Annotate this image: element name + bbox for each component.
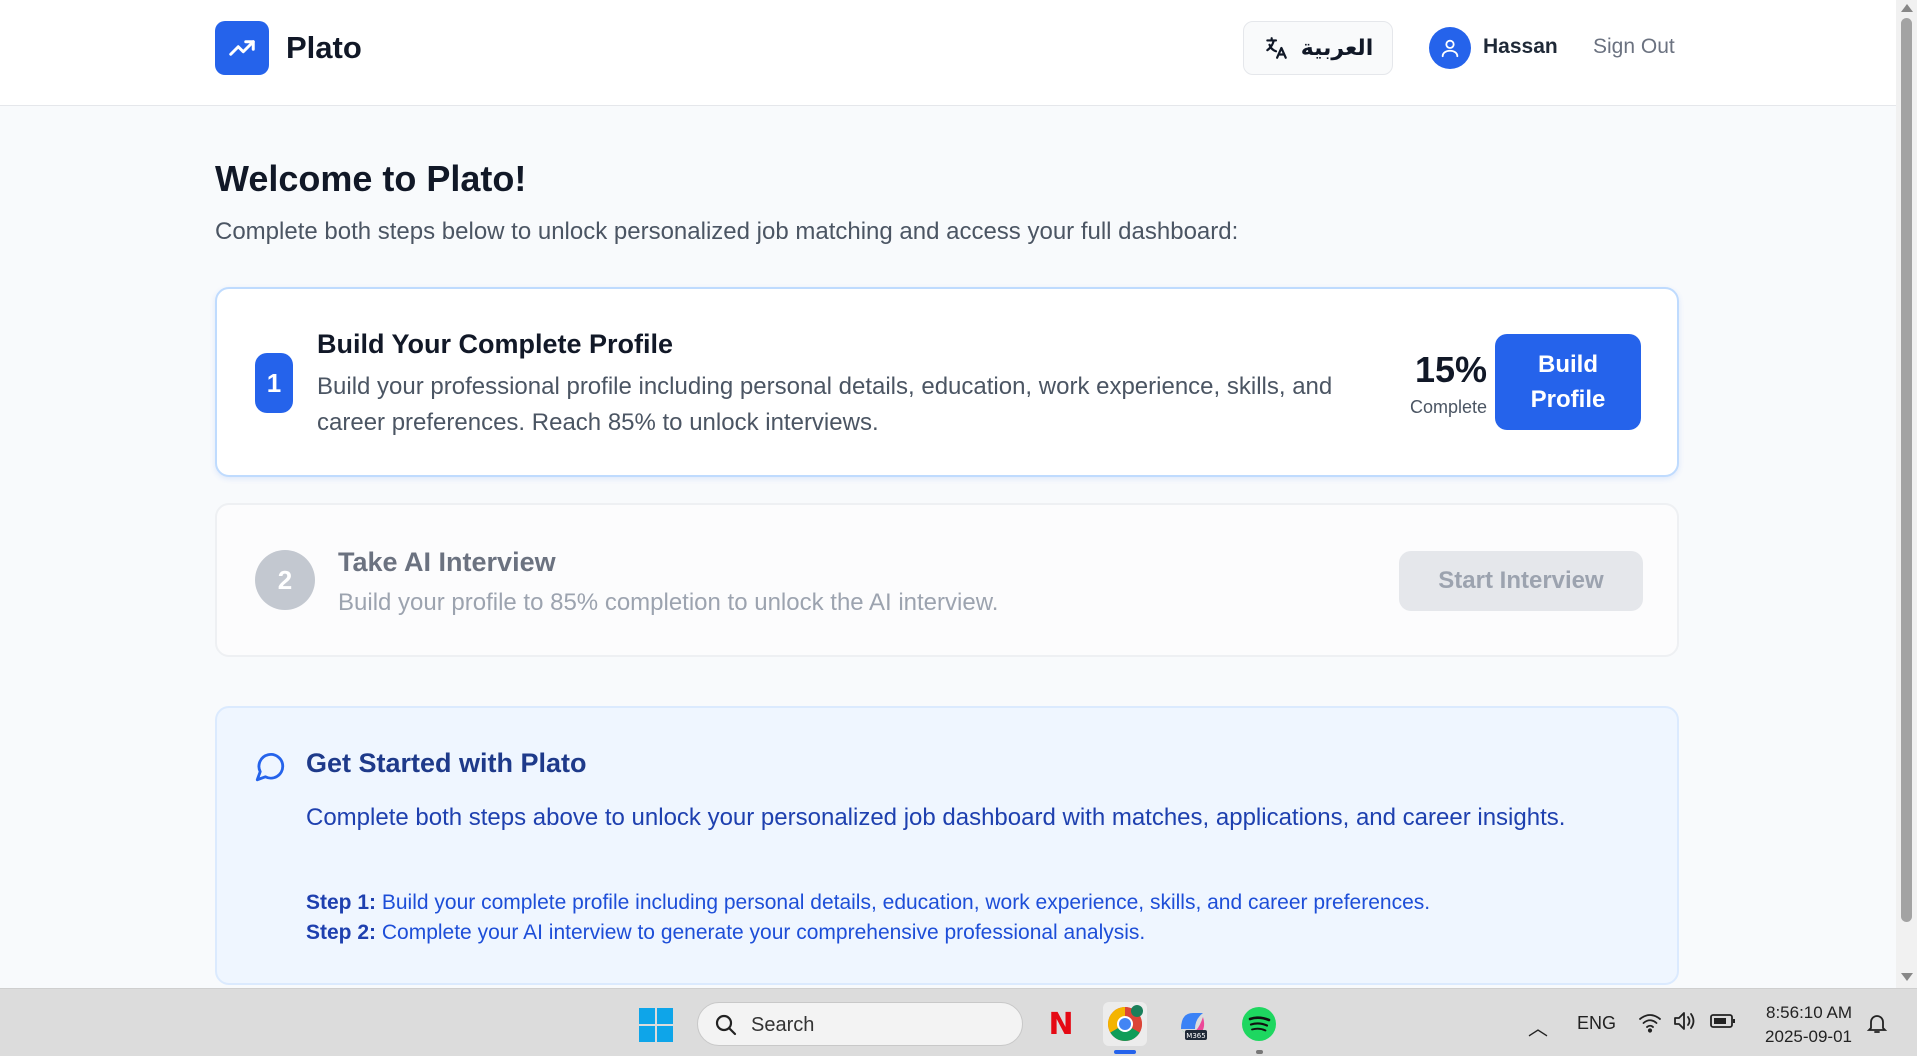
taskbar-clock[interactable]: 8:56:10 AM 2025-09-01 <box>1760 1001 1852 1049</box>
page-subtitle: Complete both steps below to unlock pers… <box>215 218 1239 245</box>
active-app-indicator <box>1114 1050 1136 1054</box>
step-1-title: Build Your Complete Profile <box>317 329 674 359</box>
netflix-icon[interactable]: N <box>1039 1002 1083 1046</box>
m365-copilot-icon[interactable]: M365 <box>1170 1002 1214 1046</box>
step-1-description: Build your professional profile includin… <box>317 373 1333 436</box>
windows-taskbar: Search N M365 ︿ ENG 8:56:10 AM 2025-09-0… <box>0 988 1917 1056</box>
get-started-info-box: Get Started with Plato Complete both ste… <box>215 706 1679 985</box>
step-2-card: 2 Take AI Interview Build your profile t… <box>215 503 1679 657</box>
language-toggle-button[interactable]: العربية <box>1243 21 1393 75</box>
windows-start-icon[interactable] <box>639 1008 673 1042</box>
user-name[interactable]: Hassan <box>1483 35 1558 59</box>
scroll-down-arrow-icon[interactable] <box>1901 973 1913 981</box>
user-avatar-icon[interactable] <box>1429 27 1471 69</box>
volume-icon[interactable] <box>1672 1009 1698 1033</box>
running-app-indicator <box>1256 1050 1263 1054</box>
step-1-card: 1 Build Your Complete Profile Build your… <box>215 287 1679 477</box>
info-step-2-label: Step 2: <box>306 921 377 944</box>
scroll-up-arrow-icon[interactable] <box>1901 4 1913 12</box>
chrome-icon[interactable] <box>1103 1002 1147 1046</box>
scrollbar-thumb[interactable] <box>1901 18 1912 922</box>
step-1-number-badge: 1 <box>255 353 293 413</box>
step-2-number-badge: 2 <box>255 550 315 610</box>
info-step-2-text: Complete your AI interview to generate y… <box>381 921 1146 944</box>
profile-progress-label: Complete <box>1409 397 1487 417</box>
input-language-indicator[interactable]: ENG <box>1577 1013 1616 1034</box>
info-title: Get Started with Plato <box>306 748 587 778</box>
info-step-1: Step 1: Build your complete profile incl… <box>306 891 1430 915</box>
info-step-1-label: Step 1: <box>306 891 377 914</box>
search-placeholder: Search <box>751 1014 815 1036</box>
notification-bell-icon[interactable] <box>1865 1011 1889 1035</box>
svg-text:M365: M365 <box>1186 1032 1205 1040</box>
build-profile-button[interactable]: Build Profile <box>1495 334 1641 430</box>
start-interview-button[interactable]: Start Interview <box>1399 551 1643 611</box>
battery-icon[interactable] <box>1710 1013 1736 1029</box>
page-title: Welcome to Plato! <box>215 158 527 199</box>
app-name[interactable]: Plato <box>286 30 362 66</box>
language-label: العربية <box>1300 35 1374 60</box>
show-hidden-icons-chevron-icon[interactable]: ︿ <box>1528 1012 1548 1041</box>
info-step-1-text: Build your complete profile including pe… <box>381 891 1431 914</box>
profile-progress-percent: 15% <box>1414 349 1487 390</box>
info-step-2: Step 2: Complete your AI interview to ge… <box>306 921 1145 945</box>
translate-icon <box>1266 37 1287 59</box>
wifi-icon[interactable] <box>1638 1011 1662 1033</box>
clock-date: 2025-09-01 <box>1765 1027 1852 1046</box>
sign-out-link[interactable]: Sign Out <box>1593 35 1675 59</box>
search-icon <box>715 1014 737 1036</box>
spotify-icon[interactable] <box>1237 1002 1281 1046</box>
clock-time: 8:56:10 AM <box>1765 1003 1852 1022</box>
chat-bubble-icon <box>255 753 285 782</box>
vertical-scrollbar[interactable] <box>1896 0 1917 988</box>
taskbar-search-input[interactable]: Search <box>697 1002 1023 1046</box>
top-header: Plato العربية Hassan Sign Out <box>0 0 1896 106</box>
trending-up-logo-icon[interactable] <box>215 21 269 75</box>
step-2-title: Take AI Interview <box>338 547 556 577</box>
step-2-description: Build your profile to 85% completion to … <box>338 589 999 616</box>
info-description: Complete both steps above to unlock your… <box>306 804 1566 831</box>
